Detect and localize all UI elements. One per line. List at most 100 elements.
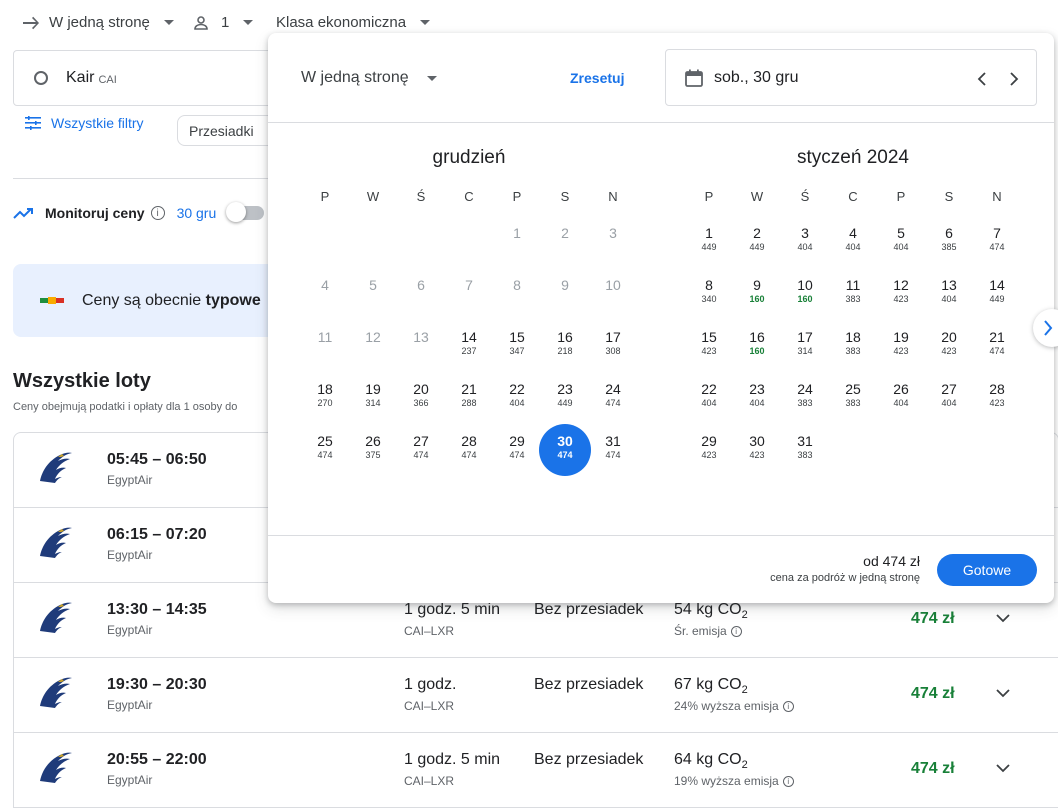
calendar-day[interactable]: 25 474 <box>301 427 349 473</box>
egyptair-logo-icon <box>36 526 74 560</box>
calendar-day[interactable]: 4 404 <box>829 219 877 265</box>
calendar-day[interactable]: 12 423 <box>877 271 925 317</box>
calendar-day[interactable]: 16 160 <box>733 323 781 369</box>
chevron-right-icon <box>1044 320 1053 336</box>
calendar-day[interactable]: 1 449 <box>685 219 733 265</box>
day-number: 30 <box>557 433 573 449</box>
calendar-day[interactable]: 24 383 <box>781 375 829 421</box>
info-icon[interactable]: i <box>782 775 794 787</box>
expand-chevron-icon[interactable] <box>994 684 1012 702</box>
calendar-day[interactable]: 14 237 <box>445 323 493 369</box>
expand-chevron-icon[interactable] <box>994 759 1012 777</box>
info-icon[interactable]: i <box>782 700 794 712</box>
day-number: 21 <box>989 329 1005 345</box>
calendar-day[interactable]: 27 404 <box>925 375 973 421</box>
reset-button[interactable]: Zresetuj <box>570 70 624 86</box>
calendar-day[interactable]: 20 423 <box>925 323 973 369</box>
caret-down-icon <box>420 20 431 25</box>
all-filters-button[interactable]: Wszystkie filtry <box>25 115 144 131</box>
flight-row[interactable]: 20:55 – 22:00 EgyptAir 1 godz. 5 min CAI–LX… <box>14 733 1058 808</box>
calendar-day[interactable]: 5 404 <box>877 219 925 265</box>
calendar-day[interactable]: 23 404 <box>733 375 781 421</box>
calendar-day[interactable]: 3 404 <box>781 219 829 265</box>
calendar-day[interactable]: 21 474 <box>973 323 1021 369</box>
flight-airline: EgyptAir <box>107 473 153 487</box>
calendar-day[interactable]: 17 308 <box>589 323 637 369</box>
calendar-day[interactable]: 8 340 <box>685 271 733 317</box>
chevron-left-icon <box>977 72 986 86</box>
day-price: 308 <box>605 346 621 356</box>
calendar-day[interactable]: 23 449 <box>541 375 589 421</box>
flight-co2: 54 kg CO2 <box>674 601 748 622</box>
calendar-day[interactable]: 28 423 <box>973 375 1021 421</box>
calendar-day[interactable]: 14 449 <box>973 271 1021 317</box>
info-icon[interactable]: i <box>730 625 742 637</box>
calendar-day[interactable]: 22 404 <box>685 375 733 421</box>
cabin-class-select[interactable]: Klasa ekonomiczna <box>276 14 431 31</box>
day-price: 288 <box>461 398 477 408</box>
calendar-day[interactable]: 16 218 <box>541 323 589 369</box>
picker-trip-type-select[interactable]: W jedną stronę <box>301 69 437 87</box>
price-tracking-toggle[interactable] <box>226 202 265 222</box>
calendar-day[interactable]: 30 423 <box>733 427 781 473</box>
calendar-day[interactable]: 2 449 <box>733 219 781 265</box>
calendar-day[interactable]: 19 314 <box>349 375 397 421</box>
trip-type-select[interactable]: W jedną stronę <box>22 14 174 31</box>
calendar-day[interactable]: 7 474 <box>973 219 1021 265</box>
day-price: 383 <box>845 294 861 304</box>
departure-date-field[interactable]: sob., 30 gru <box>665 49 1037 106</box>
calendar-day[interactable]: 15 347 <box>493 323 541 369</box>
calendar-day-selected[interactable]: 30 474 <box>539 424 591 476</box>
calendar-day[interactable]: 31 383 <box>781 427 829 473</box>
calendar-day: 8 <box>493 271 541 317</box>
flight-row[interactable]: 19:30 – 20:30 EgyptAir 1 godz. CAI–LXR Bez p… <box>14 658 1058 733</box>
previous-date-button[interactable] <box>970 67 994 91</box>
trending-icon <box>13 208 33 219</box>
calendar-day[interactable]: 11 383 <box>829 271 877 317</box>
calendar-day[interactable]: 27 474 <box>397 427 445 473</box>
calendar-day[interactable]: 25 383 <box>829 375 877 421</box>
calendar-day[interactable]: 9 160 <box>733 271 781 317</box>
calendar-day[interactable]: 18 383 <box>829 323 877 369</box>
calendar-day[interactable]: 18 270 <box>301 375 349 421</box>
calendar-day: 2 <box>541 219 589 265</box>
calendar-day[interactable]: 24 474 <box>589 375 637 421</box>
flight-route: CAI–LXR <box>404 699 455 713</box>
calendar-day[interactable]: 28 474 <box>445 427 493 473</box>
expand-chevron-icon[interactable] <box>994 609 1012 627</box>
day-price: 474 <box>461 450 477 460</box>
calendar-day[interactable]: 20 366 <box>397 375 445 421</box>
calendar-day[interactable]: 22 404 <box>493 375 541 421</box>
calendar-day[interactable]: 26 375 <box>349 427 397 473</box>
calendar-day[interactable]: 26 404 <box>877 375 925 421</box>
day-number: 5 <box>369 277 377 293</box>
calendar-day: 7 <box>445 271 493 317</box>
flight-price: 474 zł <box>911 685 955 702</box>
flight-times: 19:30 – 20:30 <box>107 676 207 693</box>
monitor-label: Monitoruj ceny <box>45 205 145 221</box>
calendar-day[interactable]: 13 404 <box>925 271 973 317</box>
day-number: 4 <box>321 277 329 293</box>
calendar-day[interactable]: 19 423 <box>877 323 925 369</box>
origin-input[interactable]: Kair CAI <box>13 50 303 106</box>
month-title: styczeń 2024 <box>797 147 909 168</box>
calendar-day[interactable]: 31 474 <box>589 427 637 473</box>
passengers-select[interactable]: 1 <box>193 14 254 31</box>
day-price: 314 <box>797 346 813 356</box>
day-price: 375 <box>365 450 381 460</box>
calendar-day[interactable]: 6 385 <box>925 219 973 265</box>
calendar-day[interactable]: 29 474 <box>493 427 541 473</box>
calendar-day[interactable]: 15 423 <box>685 323 733 369</box>
monitor-date: 30 gru <box>176 205 217 221</box>
info-icon[interactable]: i <box>150 206 165 220</box>
next-date-button[interactable] <box>1002 67 1026 91</box>
calendar-day[interactable]: 21 288 <box>445 375 493 421</box>
calendar-day[interactable]: 10 160 <box>781 271 829 317</box>
day-number: 7 <box>465 277 473 293</box>
calendar-day[interactable]: 17 314 <box>781 323 829 369</box>
done-button[interactable]: Gotowe <box>937 554 1037 586</box>
arrow-right-icon <box>23 16 39 29</box>
calendar-day[interactable]: 29 423 <box>685 427 733 473</box>
flight-stops: Bez przesiadek <box>534 676 644 693</box>
weekday-label: C <box>848 189 858 204</box>
